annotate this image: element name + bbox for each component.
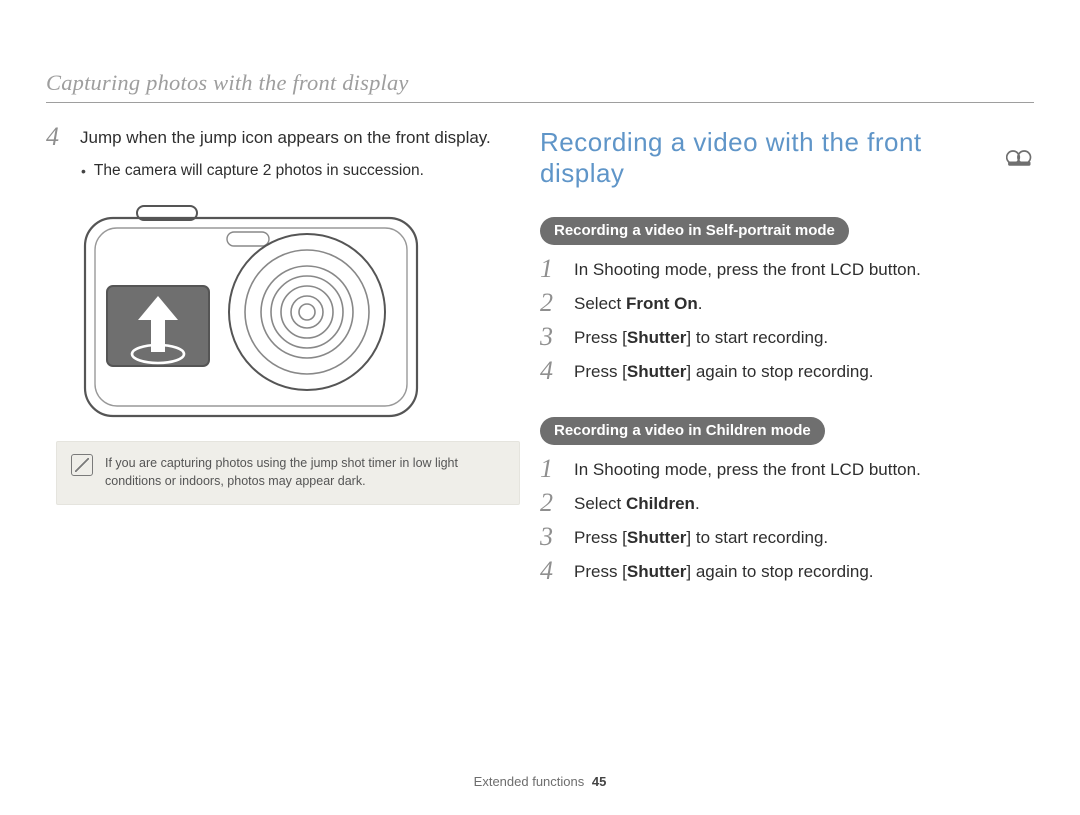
step-text: Press [Shutter] again to stop recording.: [574, 561, 874, 584]
step-text: Select Children.: [574, 493, 700, 516]
running-head: Capturing photos with the front display: [46, 70, 1034, 96]
step-text: Select Front On.: [574, 293, 702, 316]
step-number: 2: [540, 490, 564, 516]
step-text: In Shooting mode, press the front LCD bu…: [574, 259, 921, 282]
footer-label: Extended functions: [474, 774, 585, 789]
step-number: 3: [540, 524, 564, 550]
manual-page: Capturing photos with the front display …: [0, 0, 1080, 815]
step-b4: 4 Press [Shutter] again to stop recordin…: [540, 561, 1034, 587]
step-text: Press [Shutter] to start recording.: [574, 527, 828, 550]
step-b3: 3 Press [Shutter] to start recording.: [540, 527, 1034, 553]
video-icon: [1006, 149, 1034, 167]
sub-bullet-text: The camera will capture 2 photos in succ…: [94, 161, 424, 182]
page-number: 45: [592, 774, 606, 789]
step-number: 3: [540, 324, 564, 350]
pill-self-portrait: Recording a video in Self-portrait mode: [540, 217, 849, 245]
step-number: 1: [540, 256, 564, 282]
note-text: If you are capturing photos using the ju…: [105, 454, 505, 490]
block-children: Recording a video in Children mode 1 In …: [540, 409, 1034, 587]
step-a1: 1 In Shooting mode, press the front LCD …: [540, 259, 1034, 285]
section-title-text: Recording a video with the front display: [540, 127, 996, 189]
pill-children: Recording a video in Children mode: [540, 417, 825, 445]
camera-illustration: [81, 200, 520, 425]
step-a4: 4 Press [Shutter] again to stop recordin…: [540, 361, 1034, 387]
section-title: Recording a video with the front display: [540, 127, 1034, 189]
step-text: In Shooting mode, press the front LCD bu…: [574, 459, 921, 482]
step-b2: 2 Select Children.: [540, 493, 1034, 519]
step-number: 4: [540, 558, 564, 584]
step-number: 4: [540, 358, 564, 384]
step-number: 1: [540, 456, 564, 482]
note-box: If you are capturing photos using the ju…: [56, 441, 520, 505]
step-a3: 3 Press [Shutter] to start recording.: [540, 327, 1034, 353]
step-text: Press [Shutter] again to stop recording.: [574, 361, 874, 384]
block-self-portrait: Recording a video in Self-portrait mode …: [540, 209, 1034, 387]
step-a2: 2 Select Front On.: [540, 293, 1034, 319]
step-text: Jump when the jump icon appears on the f…: [80, 127, 491, 150]
step-number: 4: [46, 124, 70, 150]
right-column: Recording a video with the front display…: [540, 127, 1034, 609]
columns: 4 Jump when the jump icon appears on the…: [46, 127, 1034, 609]
page-footer: Extended functions 45: [0, 774, 1080, 789]
step-text: Press [Shutter] to start recording.: [574, 327, 828, 350]
note-icon: [71, 454, 93, 476]
step-number: 2: [540, 290, 564, 316]
running-head-rule: [46, 102, 1034, 103]
step-4: 4 Jump when the jump icon appears on the…: [46, 127, 520, 153]
left-column: 4 Jump when the jump icon appears on the…: [46, 127, 540, 609]
sub-bullet: The camera will capture 2 photos in succ…: [81, 161, 520, 182]
step-b1: 1 In Shooting mode, press the front LCD …: [540, 459, 1034, 485]
